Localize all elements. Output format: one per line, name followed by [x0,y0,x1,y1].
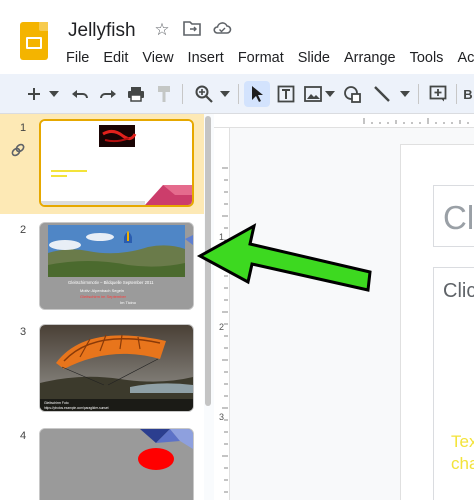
slide-4-preview [40,429,193,500]
text-box-icon[interactable] [274,81,298,107]
slide-2-caption: Gleitschirmmotiv – Bildquelle September … [68,280,154,285]
insert-image-icon[interactable] [302,81,324,107]
body-placeholder[interactable]: Clic Tex cha [433,267,474,500]
slide-number: 3 [20,326,27,338]
slide-1-preview [41,121,192,205]
select-cursor-icon[interactable] [244,81,270,107]
move-to-folder-icon[interactable] [182,20,202,40]
slide-number: 4 [20,430,27,442]
document-title[interactable]: Jellyfish [68,20,136,42]
title-placeholder-text: Cli [443,199,474,236]
slide-2-line2: Motiv: Alpenbach Segeln [80,288,124,293]
slide-thumbnail[interactable] [39,428,194,500]
shape-icon[interactable] [340,81,364,107]
undo-icon[interactable] [68,81,92,107]
body-placeholder-text: Clic [443,280,474,302]
vertical-ruler[interactable] [214,128,230,500]
toolbar: B [0,74,474,114]
linked-object-icon [10,142,26,163]
menu-slide[interactable]: Slide [298,48,330,68]
filmstrip-slide-1[interactable]: 1 [0,114,204,214]
print-icon[interactable] [124,81,148,107]
filmstrip-slide-3[interactable]: 3 Gleitschirm Foto https://photos.exampl… [0,318,204,422]
menu-format[interactable]: Format [238,48,284,68]
line-dropdown-icon[interactable] [398,81,412,107]
slide-thumbnail[interactable]: Gleitschirmmotiv – Bildquelle September … [39,222,194,310]
app-header: Jellyfish ☆ File Edit View Insert Format… [0,0,474,74]
redo-icon[interactable] [96,81,120,107]
slide-number: 2 [20,224,27,236]
yellow-text-line-1: Tex [451,432,474,451]
title-placeholder[interactable]: Cli [433,185,474,247]
background-button[interactable]: B [462,81,474,107]
ruler-mark-1: 1 [219,232,225,242]
menu-edit[interactable]: Edit [103,48,128,68]
slides-app: Jellyfish ☆ File Edit View Insert Format… [0,0,474,500]
image-dropdown-icon[interactable] [324,81,336,107]
slide-2-line4: Im Ticino [120,300,137,305]
slide-thumbnail[interactable]: Gleitschirm Foto https://photos.example.… [39,324,194,412]
menu-add-ons[interactable]: Ac [457,48,474,68]
star-icon[interactable]: ☆ [152,20,172,40]
menu-view[interactable]: View [142,48,173,68]
slide-3-credit: https://photos.example.com/paraglider-su… [44,406,109,410]
current-slide-page[interactable]: Cli Clic Tex cha [400,144,474,500]
slide-3-caption: Gleitschirm Foto [44,401,69,405]
menu-tools[interactable]: Tools [410,48,444,68]
yellow-text-line-2: cha [451,454,474,473]
filmstrip-slide-2[interactable]: 2 Gleitschirmmotiv – Bildquelle Septembe… [0,216,204,316]
horizontal-ruler[interactable] [214,114,474,128]
slide-filmstrip: 1 2 Gleitschirmmotiv – Bildquelle Septem… [0,114,204,500]
slide-2-preview: Gleitschirmmotiv – Bildquelle September … [40,223,193,309]
menu-file[interactable]: File [66,48,89,68]
menu-insert[interactable]: Insert [188,48,224,68]
filmstrip-scrollbar[interactable] [205,116,211,406]
slides-logo[interactable] [20,22,48,60]
slide-3-preview: Gleitschirm Foto https://photos.example.… [40,325,193,411]
zoom-dropdown-icon[interactable] [218,81,232,107]
paint-format-icon[interactable] [152,81,176,107]
line-icon[interactable] [370,81,394,107]
ruler-mark-2: 2 [219,322,225,332]
slide-2-line3: Gleitschirm im September [80,294,127,299]
new-slide-dropdown-icon[interactable] [46,81,62,107]
new-slide-icon[interactable] [22,81,46,107]
insert-comment-icon[interactable] [426,81,450,107]
menu-bar: File Edit View Insert Format Slide Arran… [66,48,474,68]
slide-thumbnail[interactable] [39,119,194,207]
zoom-icon[interactable] [192,81,216,107]
slide-number: 1 [20,122,27,134]
cloud-status-icon[interactable] [212,20,232,40]
ruler-mark-3: 3 [219,412,225,422]
menu-arrange[interactable]: Arrange [344,48,396,68]
filmstrip-slide-4[interactable]: 4 [0,422,204,500]
